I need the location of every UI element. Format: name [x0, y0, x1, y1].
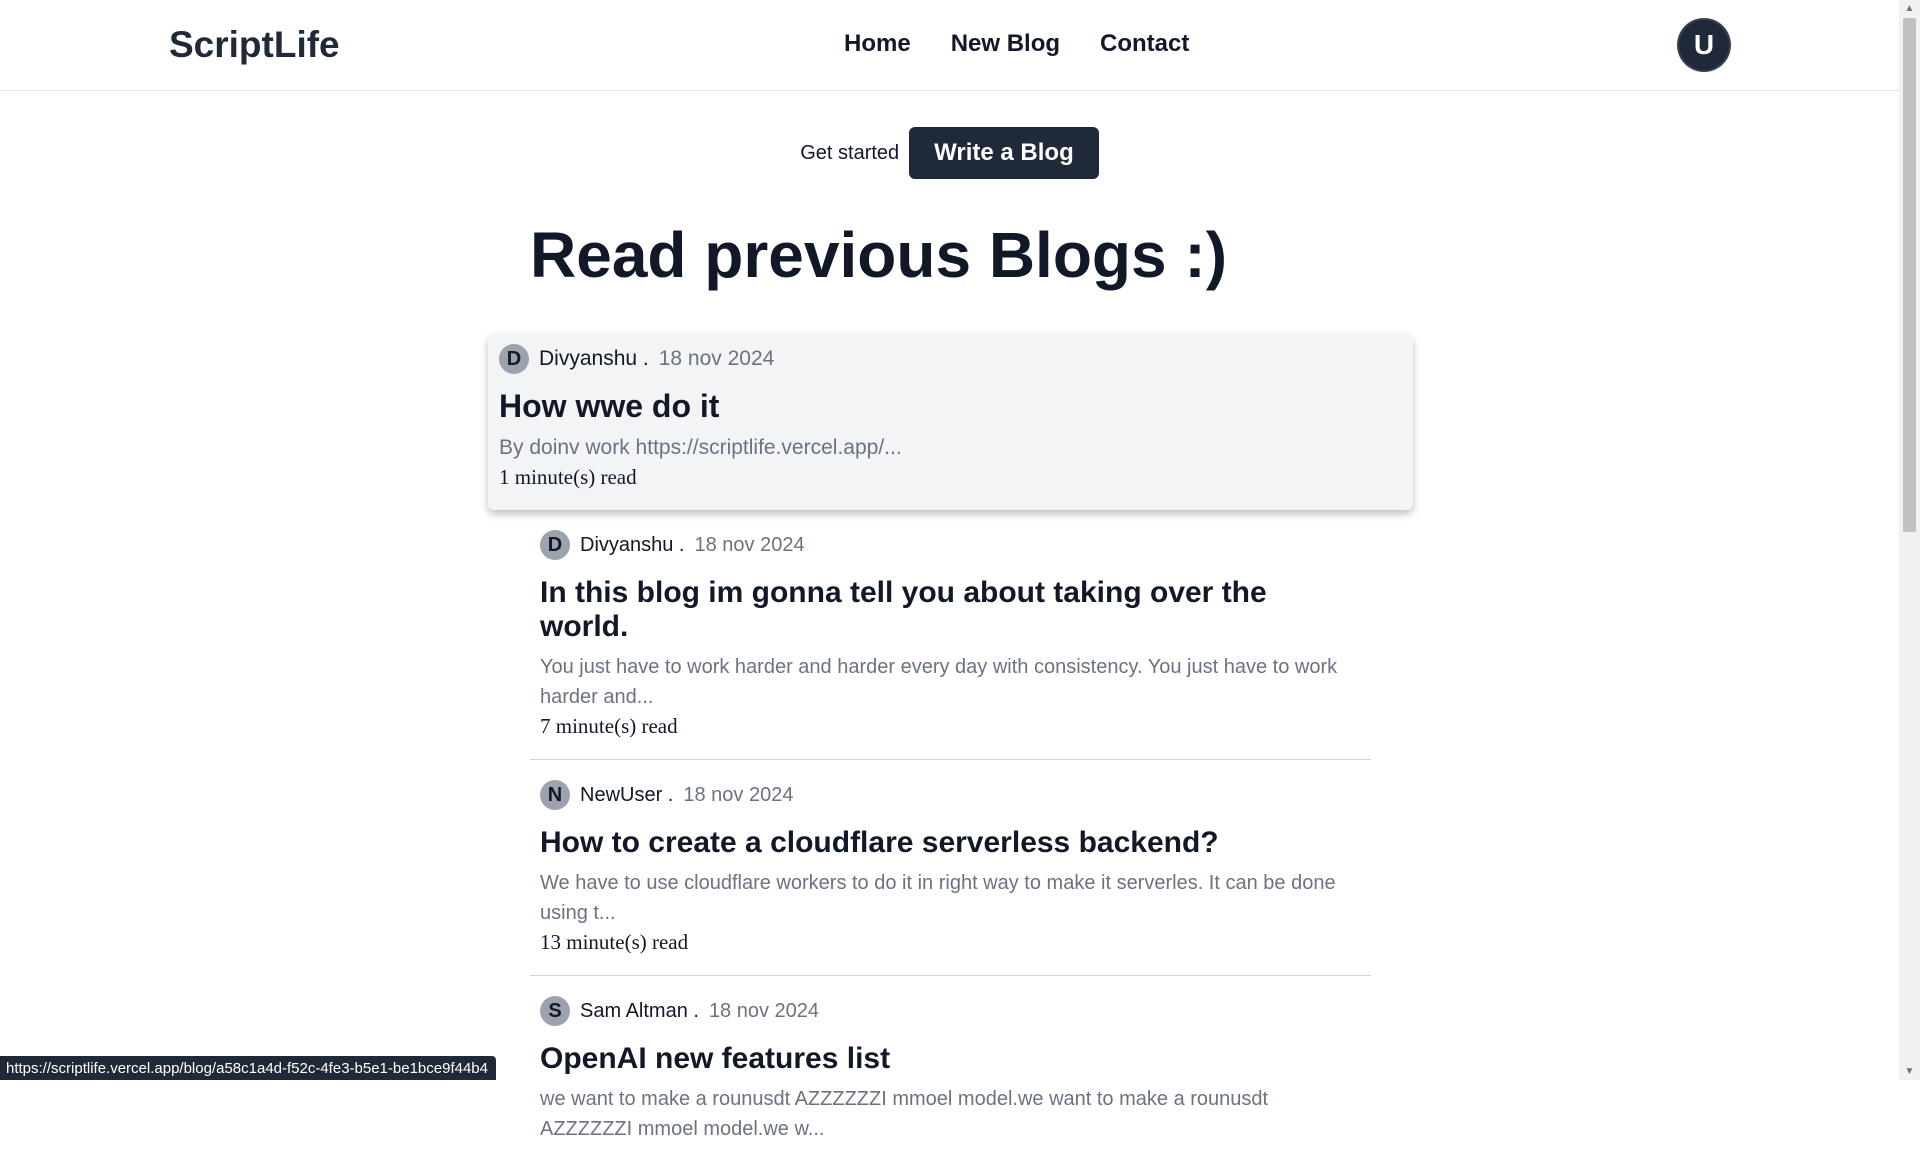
get-started-text: Get started — [800, 141, 900, 164]
blog-meta: S Sam Altman . 18 nov 2024 — [540, 996, 1361, 1026]
blog-meta: D Divyanshu . 18 nov 2024 — [499, 344, 1402, 374]
get-started-row: Get started Write a Blog — [0, 127, 1899, 179]
author-avatar: D — [499, 344, 529, 374]
nav-new-blog[interactable]: New Blog — [951, 30, 1060, 58]
blog-card[interactable]: N NewUser . 18 nov 2024 How to create a … — [530, 760, 1371, 976]
page-title: Read previous Blogs :) — [530, 219, 1227, 291]
post-date: 18 nov 2024 — [694, 533, 805, 556]
nav-links: Home New Blog Contact — [844, 30, 1189, 58]
nav-contact[interactable]: Contact — [1100, 30, 1189, 58]
post-excerpt: we want to make a rounusdt AZZZZZZI mmoe… — [540, 1088, 1269, 1140]
author-name: NewUser . — [580, 783, 674, 806]
top-navbar: ScriptLife Home New Blog Contact U — [0, 0, 1899, 91]
read-time: 13 minute(s) read — [540, 930, 689, 954]
post-date: 18 nov 2024 — [658, 347, 775, 370]
author-name: Divyanshu . — [580, 533, 685, 556]
scrollbar-thumb[interactable] — [1903, 18, 1916, 532]
blog-card[interactable]: S Sam Altman . 18 nov 2024 OpenAI new fe… — [530, 976, 1371, 1164]
post-date: 18 nov 2024 — [708, 999, 820, 1022]
nav-home[interactable]: Home — [844, 30, 911, 58]
scroll-down-arrow-icon[interactable]: ▼ — [1899, 1063, 1920, 1080]
vertical-scrollbar[interactable]: ▲ ▼ — [1899, 0, 1920, 1080]
post-title: How to create a cloudflare serverless ba… — [540, 826, 1219, 859]
read-time: 1 minute(s) read — [499, 465, 637, 489]
post-excerpt: You just have to work harder and harder … — [540, 656, 1338, 708]
post-excerpt: We have to use cloudflare workers to do … — [540, 872, 1336, 924]
blog-card[interactable]: D Divyanshu . 18 nov 2024 In this blog i… — [530, 510, 1371, 760]
author-avatar: S — [540, 996, 570, 1026]
post-title: OpenAI new features list — [540, 1042, 891, 1075]
write-blog-button[interactable]: Write a Blog — [909, 127, 1099, 179]
brand-logo[interactable]: ScriptLife — [169, 24, 340, 66]
blog-meta: D Divyanshu . 18 nov 2024 — [540, 530, 1361, 560]
author-name: Sam Altman . — [580, 999, 699, 1022]
blog-meta: N NewUser . 18 nov 2024 — [540, 780, 1361, 810]
post-title: How wwe do it — [499, 388, 720, 424]
blog-card[interactable]: D Divyanshu . 18 nov 2024 How wwe do it … — [488, 334, 1413, 510]
read-time: 7 minute(s) read — [540, 714, 678, 738]
author-name: Divyanshu . — [539, 347, 649, 370]
post-title: In this blog im gonna tell you about tak… — [540, 576, 1267, 643]
blog-feed: D Divyanshu . 18 nov 2024 How wwe do it … — [488, 334, 1413, 1164]
scroll-up-arrow-icon[interactable]: ▲ — [1899, 0, 1920, 17]
author-avatar: D — [540, 530, 570, 560]
post-date: 18 nov 2024 — [683, 783, 794, 806]
user-avatar[interactable]: U — [1679, 20, 1729, 70]
status-bar-url: https://scriptlife.vercel.app/blog/a58c1… — [0, 1056, 496, 1080]
post-excerpt: By doinv work https://scriptlife.vercel.… — [499, 436, 902, 459]
author-avatar: N — [540, 780, 570, 810]
